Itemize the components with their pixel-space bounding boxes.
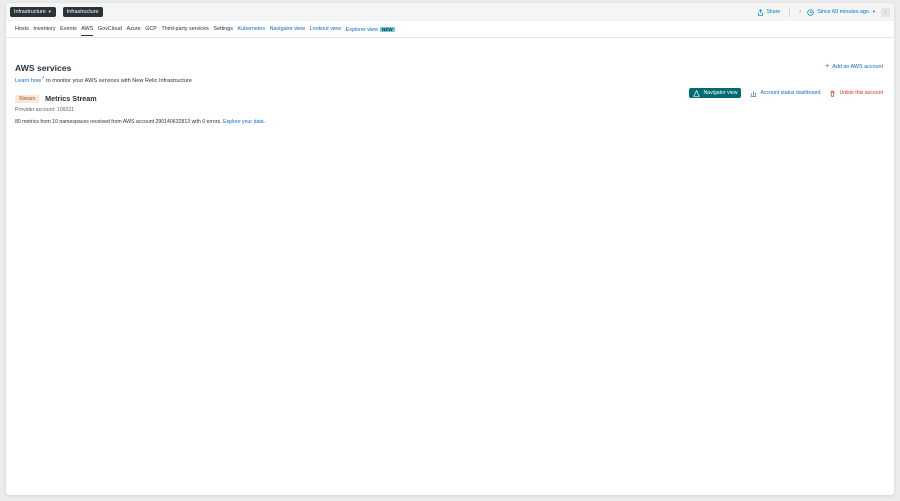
tab-inventory[interactable]: Inventory (33, 21, 55, 38)
chevron-down-icon: ▼ (872, 9, 876, 14)
account-status-dashboard-link[interactable]: Account status dashboard (750, 90, 820, 97)
chevron-down-icon: ▼ (47, 9, 52, 14)
account-status-dashboard-label: Account status dashboard (760, 90, 821, 96)
stream-badge: Stream (15, 94, 40, 103)
divider (789, 7, 791, 17)
learn-how-link[interactable]: Learn how↗ (15, 75, 44, 84)
chevron-left-icon[interactable]: ‹ (799, 9, 801, 15)
tab-gcp[interactable]: GCP (145, 21, 157, 38)
tab-explorer-view[interactable]: Explorer view NEW (346, 21, 395, 38)
learn-how-label: Learn how (15, 77, 42, 84)
time-range-label: Since 60 minutes ago (817, 9, 870, 15)
time-picker[interactable]: Since 60 minutes ago ▼ (807, 8, 876, 16)
chevron-right-icon[interactable]: › (881, 7, 890, 17)
new-badge: NEW (380, 26, 395, 32)
metrics-summary: 80 metrics from 10 namespaces received f… (15, 119, 885, 125)
navigator-view-label: Navigator view (703, 90, 738, 96)
app-dropdown[interactable]: Infrastructure ▼ (10, 7, 56, 17)
page: Infrastructure ▼ Infrastructure Share ‹ … (6, 3, 894, 495)
add-aws-account-button[interactable]: + Add an AWS account (825, 63, 883, 70)
share-button[interactable]: Share (757, 8, 781, 16)
provider-account: Provider account: 109221 (15, 106, 75, 113)
page-subtitle: Learn how↗ to monitor your AWS services … (15, 75, 885, 84)
clock-icon (807, 8, 814, 16)
top-bar: Infrastructure ▼ Infrastructure Share ‹ … (6, 3, 894, 21)
tab-settings[interactable]: Settings (213, 21, 232, 38)
subtitle-text: to monitor your AWS services with New Re… (44, 77, 192, 84)
tab-aws[interactable]: AWS (81, 21, 94, 38)
account-title: Metrics Stream (45, 94, 97, 104)
unlink-account-button[interactable]: Unlink this account (829, 90, 883, 97)
breadcrumb[interactable]: Infrastructure (62, 7, 103, 17)
page-title: AWS services (15, 63, 72, 73)
tab-lookout-view[interactable]: Lookout view (310, 21, 341, 38)
account-actions: Navigator view Account status dashboard … (689, 88, 883, 98)
app-dropdown-label: Infrastructure (14, 9, 46, 15)
tab-explorer-view-label: Explorer view (345, 26, 379, 33)
trash-icon (830, 90, 836, 97)
navigator-view-button[interactable]: Navigator view (689, 88, 742, 98)
summary-text: 80 metrics from 10 namespaces received f… (15, 118, 223, 125)
bar-chart-icon (751, 90, 757, 97)
top-bar-actions: Share ‹ Since 60 minutes ago ▼ › (757, 3, 890, 21)
explore-data-link[interactable]: Explore your data. (223, 119, 265, 125)
tab-third-party-services[interactable]: Third-party services (161, 21, 208, 38)
breadcrumb-label: Infrastructure (66, 9, 99, 15)
add-aws-account-label: Add an AWS account (832, 63, 883, 70)
plus-icon: + (825, 63, 830, 70)
navigator-icon (693, 89, 701, 97)
tab-govcloud[interactable]: GovCloud (98, 21, 122, 38)
tab-events[interactable]: Events (60, 21, 76, 38)
unlink-account-label: Unlink this account (839, 90, 883, 96)
tab-kubernetes[interactable]: Kubernetes (237, 21, 265, 38)
tab-azure[interactable]: Azure (127, 21, 141, 38)
share-label: Share (766, 9, 781, 15)
tab-hosts[interactable]: Hosts (15, 21, 29, 38)
tab-navigator-view[interactable]: Navigator view (270, 21, 305, 38)
share-icon (758, 8, 764, 16)
tab-bar: Hosts Inventory Events AWS GovCloud Azur… (6, 21, 894, 38)
